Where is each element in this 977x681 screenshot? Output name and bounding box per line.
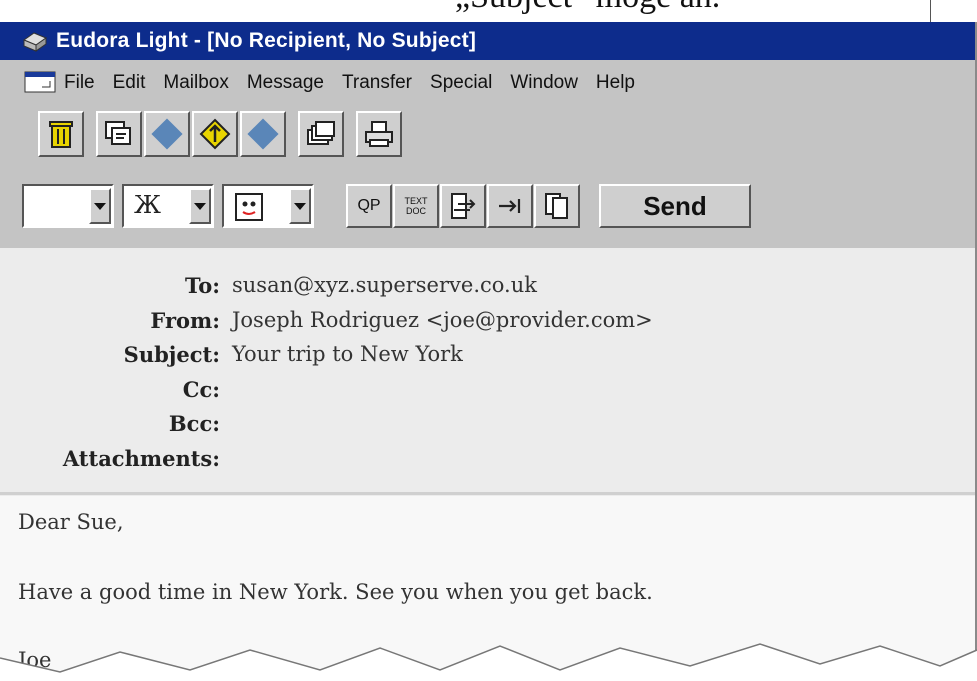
- chevron-down-icon[interactable]: [89, 188, 111, 224]
- compose-toolbar: Ж QP TEXT DOC Send: [22, 182, 751, 230]
- priority-dropdown[interactable]: [22, 184, 114, 228]
- bcc-row: Bcc:: [0, 406, 232, 440]
- tab-button[interactable]: [487, 184, 533, 228]
- page-caption: „Subject“ möge an.: [455, 0, 720, 16]
- subject-label: Subject:: [123, 341, 220, 367]
- title-bar: Eudora Light - [No Recipient, No Subject…: [0, 22, 975, 60]
- menu-transfer[interactable]: Transfer: [342, 72, 412, 94]
- bcc-label: Bcc:: [168, 410, 220, 436]
- attach-icon: [199, 118, 231, 150]
- subject-field[interactable]: Your trip to New York: [232, 342, 463, 366]
- from-label: From:: [150, 307, 220, 333]
- attachments-label: Attachments:: [62, 445, 220, 471]
- wrap-button[interactable]: [440, 184, 486, 228]
- main-toolbar: [38, 110, 404, 158]
- cc-label: Cc:: [182, 376, 220, 402]
- face-icon: [235, 193, 263, 221]
- from-field[interactable]: Joseph Rodriguez <joe@provider.com>: [232, 308, 653, 332]
- reply-button[interactable]: [96, 111, 142, 157]
- prev-message-button[interactable]: [144, 111, 190, 157]
- print-button[interactable]: [356, 111, 402, 157]
- text-doc-button[interactable]: TEXT DOC: [393, 184, 439, 228]
- attachments-row: Attachments:: [0, 441, 232, 475]
- prev-message-icon: [151, 118, 183, 150]
- chevron-down-icon[interactable]: [289, 188, 311, 224]
- trash-icon: [49, 121, 73, 148]
- torn-paper-edge: [0, 643, 977, 681]
- chevron-down-icon[interactable]: [189, 188, 211, 224]
- stack-button[interactable]: [298, 111, 344, 157]
- to-label: To:: [185, 272, 220, 298]
- copy-icon: [545, 193, 568, 219]
- qp-button[interactable]: QP: [346, 184, 392, 228]
- app-window: Eudora Light - [No Recipient, No Subject…: [0, 22, 977, 681]
- wrap-icon: [451, 193, 476, 219]
- print-icon: [365, 121, 393, 147]
- signature-dropdown[interactable]: Ж: [122, 184, 214, 228]
- page-rule: [930, 0, 931, 22]
- message-headers: To: susan@xyz.superserve.co.uk From: Jos…: [0, 248, 975, 496]
- next-message-icon: [247, 118, 279, 150]
- menu-message[interactable]: Message: [247, 72, 324, 94]
- to-row: To: susan@xyz.superserve.co.uk: [0, 268, 537, 302]
- eudora-app-icon: [22, 32, 48, 52]
- face-dropdown[interactable]: [222, 184, 314, 228]
- document-icon[interactable]: [24, 71, 58, 95]
- menu-edit[interactable]: Edit: [113, 72, 146, 94]
- signature-label: Ж: [134, 191, 161, 219]
- to-field[interactable]: susan@xyz.superserve.co.uk: [232, 273, 537, 297]
- menu-help[interactable]: Help: [596, 72, 635, 94]
- subject-row: Subject: Your trip to New York: [0, 337, 463, 371]
- reply-icon: [105, 121, 131, 145]
- menu-mailbox[interactable]: Mailbox: [163, 72, 228, 94]
- menu-file[interactable]: File: [64, 72, 95, 94]
- send-button[interactable]: Send: [599, 184, 751, 228]
- tab-icon: [499, 199, 521, 213]
- copy-button[interactable]: [534, 184, 580, 228]
- trash-button[interactable]: [38, 111, 84, 157]
- header-body-divider: [0, 492, 975, 495]
- attach-button[interactable]: [192, 111, 238, 157]
- from-row: From: Joseph Rodriguez <joe@provider.com…: [0, 303, 653, 337]
- next-message-button[interactable]: [240, 111, 286, 157]
- menu-bar: File Edit Mailbox Message Transfer Speci…: [0, 66, 975, 100]
- menu-special[interactable]: Special: [430, 72, 492, 94]
- cc-row: Cc:: [0, 372, 232, 406]
- menu-window[interactable]: Window: [510, 72, 578, 94]
- stack-icon: [307, 121, 335, 145]
- window-title: Eudora Light - [No Recipient, No Subject…: [56, 29, 477, 52]
- body-greeting: Dear Sue,: [18, 510, 124, 534]
